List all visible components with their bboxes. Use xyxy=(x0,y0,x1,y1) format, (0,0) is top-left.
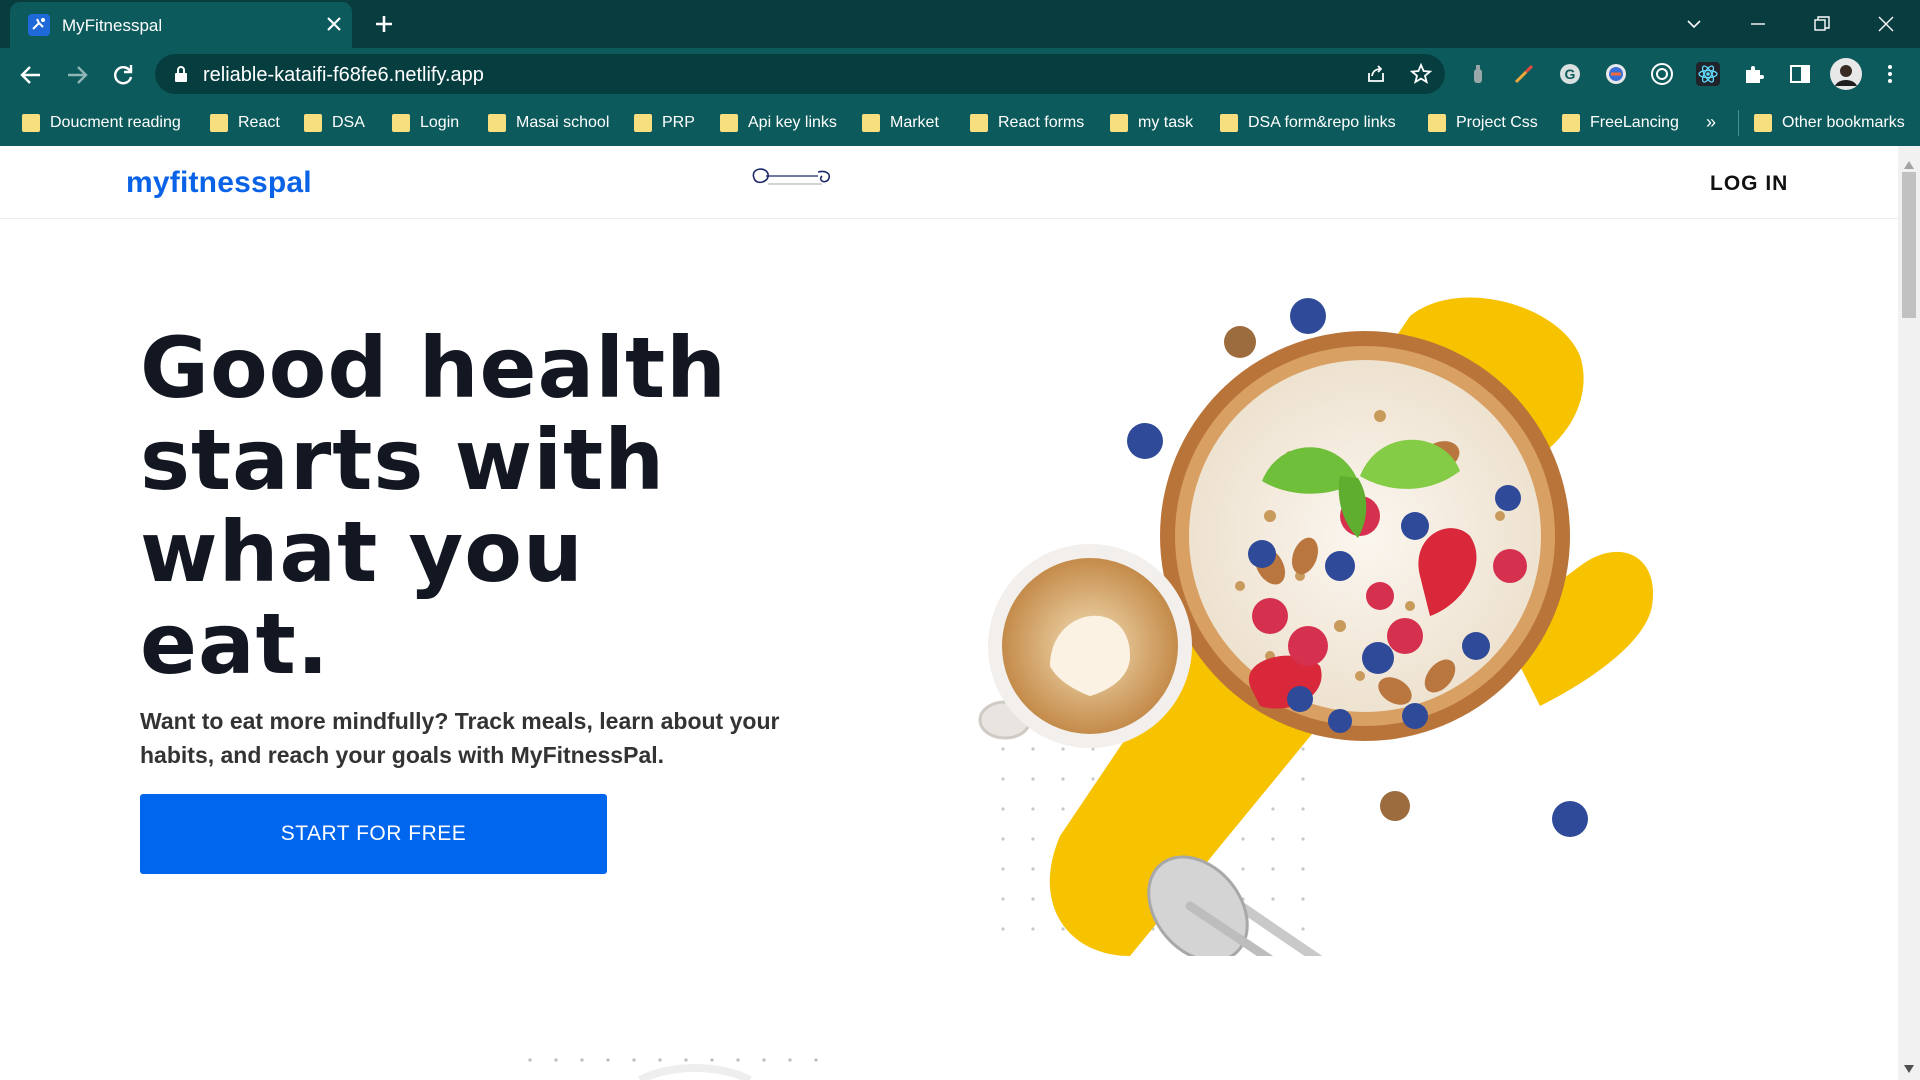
hero-title: Good health starts with what you eat. xyxy=(140,322,860,690)
bookmarks-overflow-button[interactable]: » xyxy=(1706,112,1716,133)
bookmark-item[interactable]: DSA xyxy=(304,112,365,134)
bookmark-label: React xyxy=(238,114,280,131)
hero-title-line: eat. xyxy=(140,595,330,693)
hero-title-line: Good health xyxy=(140,319,727,417)
bookmark-label: PRP xyxy=(662,114,695,131)
bookmark-item[interactable]: Api key links xyxy=(720,112,837,134)
folder-icon xyxy=(634,114,652,132)
bookmark-label: Login xyxy=(420,114,460,131)
bookmark-item[interactable]: FreeLancing xyxy=(1562,112,1679,134)
scroll-up-icon[interactable] xyxy=(1904,156,1914,169)
bookmark-label: Masai school xyxy=(516,114,610,131)
hero-title-line: what you xyxy=(140,503,584,601)
folder-icon xyxy=(210,114,228,132)
bookmark-item[interactable]: Doucment reading xyxy=(22,112,181,134)
extension-bottle-icon[interactable] xyxy=(1466,62,1490,86)
more-menu-icon[interactable] xyxy=(1878,62,1902,86)
bookmark-label: my task xyxy=(1138,114,1194,131)
browser-toolbar: reliable-kataifi-f68fe6.netlify.app G xyxy=(0,48,1920,100)
scrollbar-thumb[interactable] xyxy=(1902,172,1916,318)
folder-icon xyxy=(392,114,410,132)
address-bar[interactable]: reliable-kataifi-f68fe6.netlify.app xyxy=(155,54,1445,94)
browser-tab[interactable]: MyFitnesspal xyxy=(10,2,352,48)
shivam-logo xyxy=(748,164,838,192)
close-window-icon[interactable] xyxy=(1874,12,1898,36)
folder-icon xyxy=(1562,114,1580,132)
bookmark-label: Doucment reading xyxy=(50,114,181,131)
start-for-free-button[interactable]: START FOR FREE xyxy=(140,794,607,874)
folder-icon xyxy=(970,114,988,132)
bookmark-item[interactable]: Market xyxy=(862,112,939,134)
url-text[interactable]: reliable-kataifi-f68fe6.netlify.app xyxy=(203,64,484,87)
bookmark-label: DSA xyxy=(332,114,365,131)
hero-food-image xyxy=(940,266,1680,1080)
site-header: myfitnesspal LOG IN xyxy=(0,146,1898,219)
profile-avatar[interactable] xyxy=(1830,58,1862,90)
share-icon[interactable] xyxy=(1365,63,1387,85)
forward-icon[interactable] xyxy=(64,62,90,88)
bookmark-label: DSA form&repo links xyxy=(1248,114,1396,131)
reload-icon[interactable] xyxy=(110,62,136,88)
bookmark-item[interactable]: my task xyxy=(1110,112,1193,134)
extension-badge-icon[interactable] xyxy=(1604,62,1628,86)
browser-tab-strip: MyFitnesspal xyxy=(0,0,1920,48)
bookmark-label: Project Css xyxy=(1456,114,1538,131)
bookmark-label: Api key links xyxy=(748,114,837,131)
close-tab-icon[interactable] xyxy=(322,12,346,36)
bookmark-item[interactable]: React xyxy=(210,112,280,134)
folder-icon xyxy=(304,114,322,132)
new-tab-icon[interactable] xyxy=(372,12,396,36)
bookmarks-divider xyxy=(1738,110,1739,136)
folder-icon xyxy=(488,114,506,132)
folder-icon xyxy=(720,114,738,132)
bookmark-item[interactable]: PRP xyxy=(634,112,695,134)
bookmark-star-icon[interactable] xyxy=(1409,62,1433,85)
section-decoration xyxy=(520,1046,860,1080)
brand-logo[interactable]: myfitnesspal xyxy=(126,166,312,200)
bookmark-label: React forms xyxy=(998,114,1085,131)
tab-title: MyFitnesspal xyxy=(62,16,163,35)
login-link[interactable]: LOG IN xyxy=(1710,172,1788,196)
hero-subtitle: Want to eat more mindfully? Track meals,… xyxy=(140,708,780,768)
grammarly-icon[interactable]: G xyxy=(1558,62,1582,86)
color-picker-icon[interactable] xyxy=(1512,62,1536,86)
other-bookmarks[interactable]: Other bookmarks xyxy=(1754,112,1905,134)
bookmark-item[interactable]: DSA form&repo links xyxy=(1220,112,1396,134)
side-panel-icon[interactable] xyxy=(1788,62,1812,86)
svg-text:G: G xyxy=(1565,66,1576,82)
tab-search-icon[interactable] xyxy=(1682,12,1706,36)
bookmark-item[interactable]: Login xyxy=(392,112,459,134)
bookmark-item[interactable]: Masai school xyxy=(488,112,609,134)
extensions-puzzle-icon[interactable] xyxy=(1742,62,1766,86)
bookmark-item[interactable]: Project Css xyxy=(1428,112,1538,134)
bookmark-label: Other bookmarks xyxy=(1782,114,1905,131)
bookmark-label: FreeLancing xyxy=(1590,114,1679,131)
bookmark-label: Market xyxy=(890,114,939,131)
folder-icon xyxy=(1754,114,1772,132)
folder-icon xyxy=(1220,114,1238,132)
react-devtools-icon[interactable] xyxy=(1696,62,1720,86)
lock-icon[interactable] xyxy=(173,65,189,83)
folder-icon xyxy=(1110,114,1128,132)
scroll-down-icon[interactable] xyxy=(1904,1060,1914,1073)
bookmark-item[interactable]: React forms xyxy=(970,112,1084,134)
page-scrollbar[interactable] xyxy=(1898,146,1920,1080)
folder-icon xyxy=(1428,114,1446,132)
hero-title-line: starts with xyxy=(140,411,666,509)
folder-icon xyxy=(22,114,40,132)
minimize-icon[interactable] xyxy=(1746,12,1770,36)
myfitnesspal-icon xyxy=(28,14,50,36)
folder-icon xyxy=(862,114,880,132)
bookmarks-bar: Doucment reading React DSA Login Masai s… xyxy=(0,100,1920,146)
back-icon[interactable] xyxy=(18,62,44,88)
target-icon[interactable] xyxy=(1650,62,1674,86)
web-page: myfitnesspal LOG IN Good health starts w… xyxy=(0,146,1898,1080)
restore-icon[interactable] xyxy=(1810,12,1834,36)
